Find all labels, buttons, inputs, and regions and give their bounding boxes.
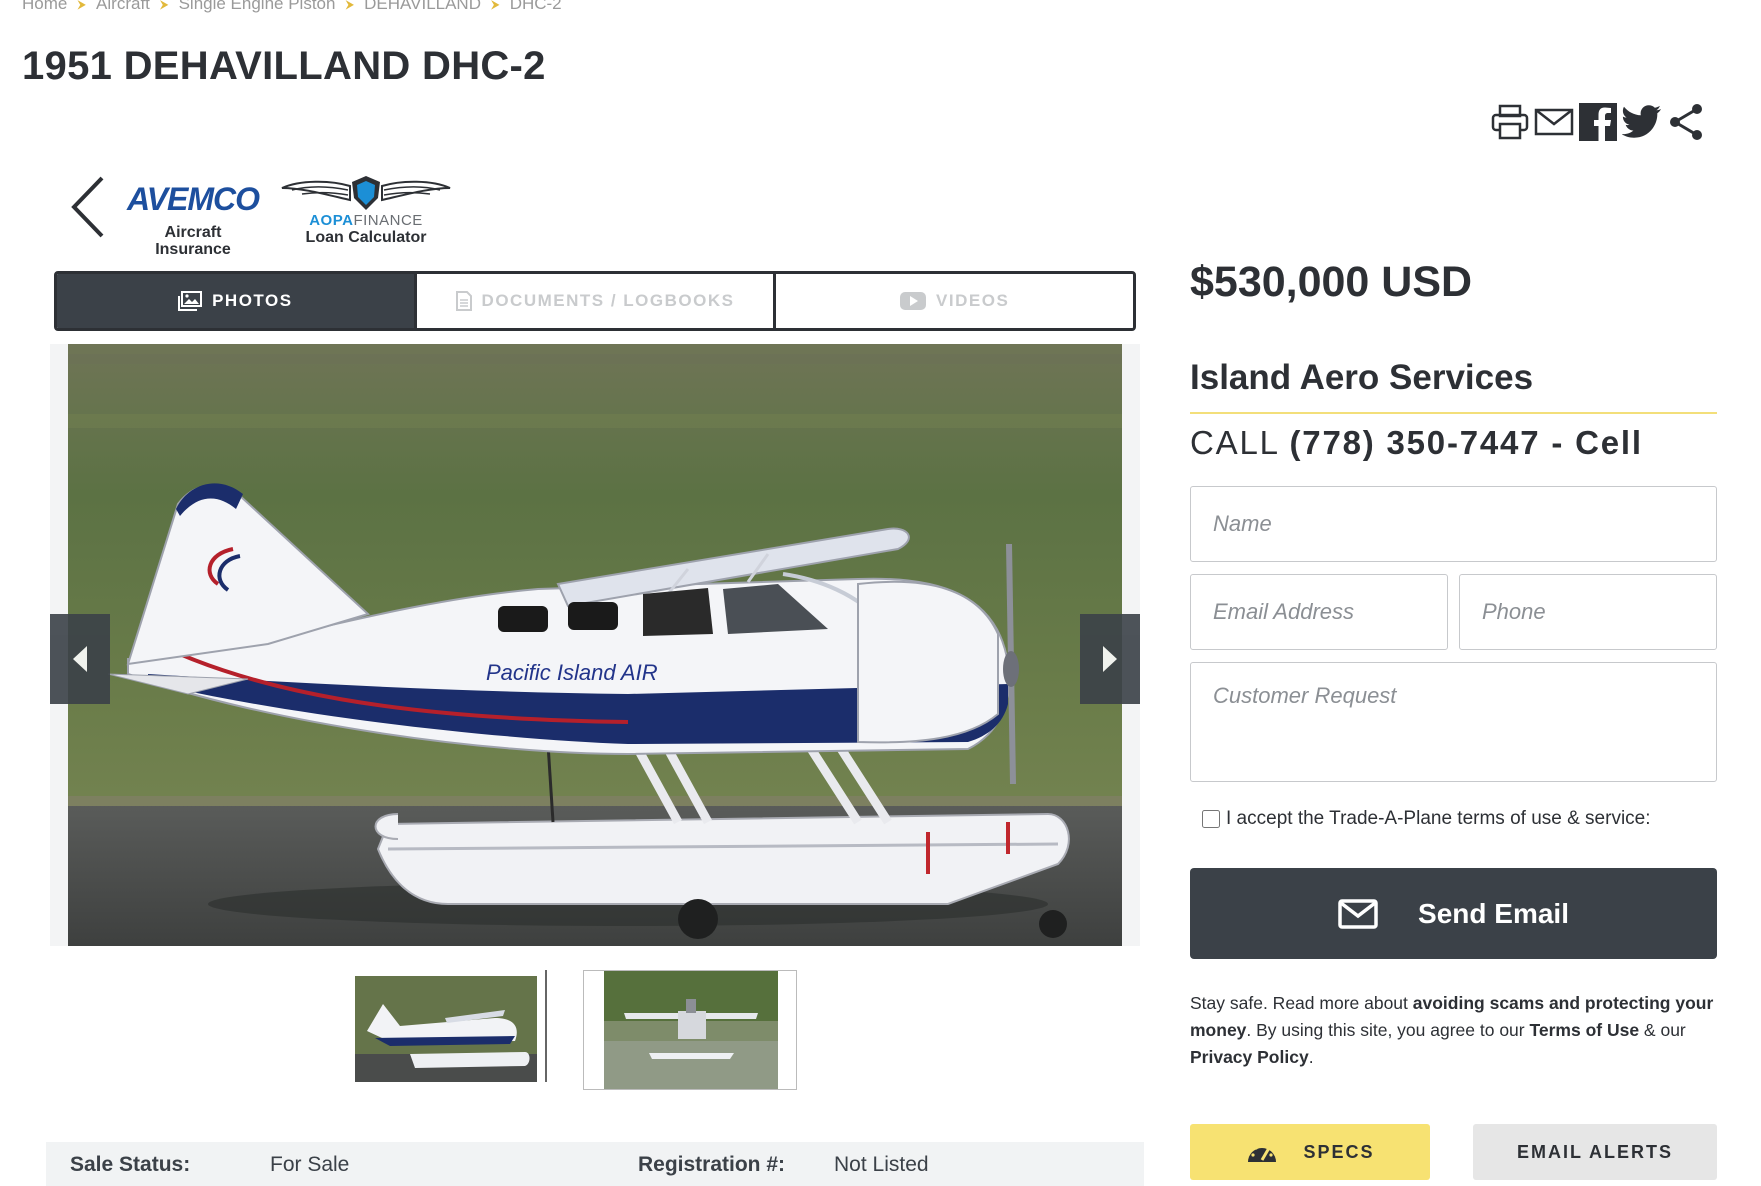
twitter-icon[interactable] [1622,102,1662,142]
email-field[interactable] [1190,574,1448,650]
share-bar [1490,102,1706,142]
thumbnail-2[interactable] [583,970,797,1090]
tab-documents-label: DOCUMENTS / LOGBOOKS [481,291,735,310]
specs-label: SPECS [1303,1141,1375,1162]
terms-checkbox-row[interactable]: I accept the Trade-A-Plane terms of use … [1202,808,1651,830]
aopa-finance-link[interactable]: AOPAFINANCE Loan Calculator [278,172,454,246]
aopa-wings-logo [281,176,451,210]
avemco-insurance-link[interactable]: AVEMCO Aircraft Insurance [126,172,260,258]
share-icon[interactable] [1666,102,1706,142]
send-email-label: Send Email [1418,897,1569,929]
email-alerts-button[interactable]: EMAIL ALERTS [1473,1124,1717,1180]
dealer-call-line[interactable]: CALL (778) 350-7447 - Cell [1190,424,1643,462]
partner-links: AVEMCO Aircraft Insurance AOPAFINANCE Lo… [62,172,454,258]
terms-of-use-link[interactable]: Terms of Use [1529,1020,1639,1040]
print-icon[interactable] [1490,102,1530,142]
gallery-next-button[interactable] [1080,614,1140,704]
call-label: CALL [1190,424,1279,461]
avemco-logo: AVEMCO [126,181,260,217]
aopa-caption: Loan Calculator [305,229,427,246]
tab-videos-label: VIDEOS [936,291,1010,310]
photos-icon [178,291,203,311]
tab-documents[interactable]: DOCUMENTS / LOGBOOKS [416,274,777,328]
tab-videos[interactable]: VIDEOS [776,274,1133,328]
avemco-caption-line1: Aircraft [164,224,222,241]
gallery-prev-button[interactable] [50,614,110,704]
breadcrumb-model[interactable]: DHC-2 [510,0,562,14]
tab-photos-label: PHOTOS [212,291,293,310]
sale-status-label: Sale Status: [70,1153,191,1176]
terms-checkbox[interactable] [1202,810,1220,828]
breadcrumb-separator-icon: ⮞ [159,0,169,11]
triangle-left-icon [73,646,87,672]
phone-field[interactable] [1459,574,1717,650]
tab-photos[interactable]: PHOTOS [57,274,417,328]
email-alerts-label: EMAIL ALERTS [1516,1141,1673,1162]
photo-gallery: Pacific Island AIR [50,344,1140,946]
document-icon [455,291,472,311]
speedometer-icon [1248,1143,1277,1162]
media-tabs: PHOTOS DOCUMENTS / LOGBOOKS VIDEOS [54,271,1136,331]
aircraft-livery-text: Pacific Island AIR [486,660,658,685]
dealer-divider [1190,412,1717,414]
sale-status-value: For Sale [270,1153,350,1176]
registration-value: Not Listed [834,1153,929,1176]
aopa-finance-logo-text: AOPAFINANCE [309,212,423,229]
triangle-right-icon [1103,646,1117,672]
listing-details-strip: Sale Status: For Sale Registration #: No… [46,1142,1144,1186]
breadcrumb-aircraft[interactable]: Aircraft [96,0,150,14]
dealer-phone: (778) 350-7447 - Cell [1289,424,1643,461]
listing-price: $530,000 USD [1190,258,1473,306]
main-aircraft-photo[interactable]: Pacific Island AIR [68,344,1122,946]
thumbnail-1[interactable] [355,970,547,1082]
breadcrumb-make[interactable]: DEHAVILLAND [364,0,481,14]
breadcrumb: Home ⮞ Aircraft ⮞ Single Engine Piston ⮞… [22,0,562,14]
name-field[interactable] [1190,486,1717,562]
breadcrumb-separator-icon: ⮞ [77,0,87,11]
safety-notice: Stay safe. Read more about avoiding scam… [1190,993,1714,1067]
breadcrumb-separator-icon: ⮞ [345,0,355,11]
back-arrow-icon[interactable] [62,172,112,242]
breadcrumb-category[interactable]: Single Engine Piston [179,0,336,14]
video-icon [900,292,927,310]
facebook-icon[interactable] [1578,102,1618,142]
thumbnail-strip [355,970,797,1090]
email-icon[interactable] [1534,102,1574,142]
privacy-policy-link[interactable]: Privacy Policy [1190,1047,1309,1067]
specs-button[interactable]: SPECS [1190,1124,1430,1180]
envelope-icon [1338,898,1378,929]
avemco-caption-line2: Insurance [155,241,231,258]
registration-label: Registration #: [638,1153,786,1176]
breadcrumb-separator-icon: ⮞ [491,0,500,11]
send-email-button[interactable]: Send Email [1190,868,1717,959]
dealer-name[interactable]: Island Aero Services [1190,358,1533,398]
page-title: 1951 DEHAVILLAND DHC-2 [22,44,546,88]
breadcrumb-home[interactable]: Home [22,0,67,14]
customer-request-field[interactable] [1190,662,1717,782]
terms-label: I accept the Trade-A-Plane terms of use … [1226,808,1651,829]
